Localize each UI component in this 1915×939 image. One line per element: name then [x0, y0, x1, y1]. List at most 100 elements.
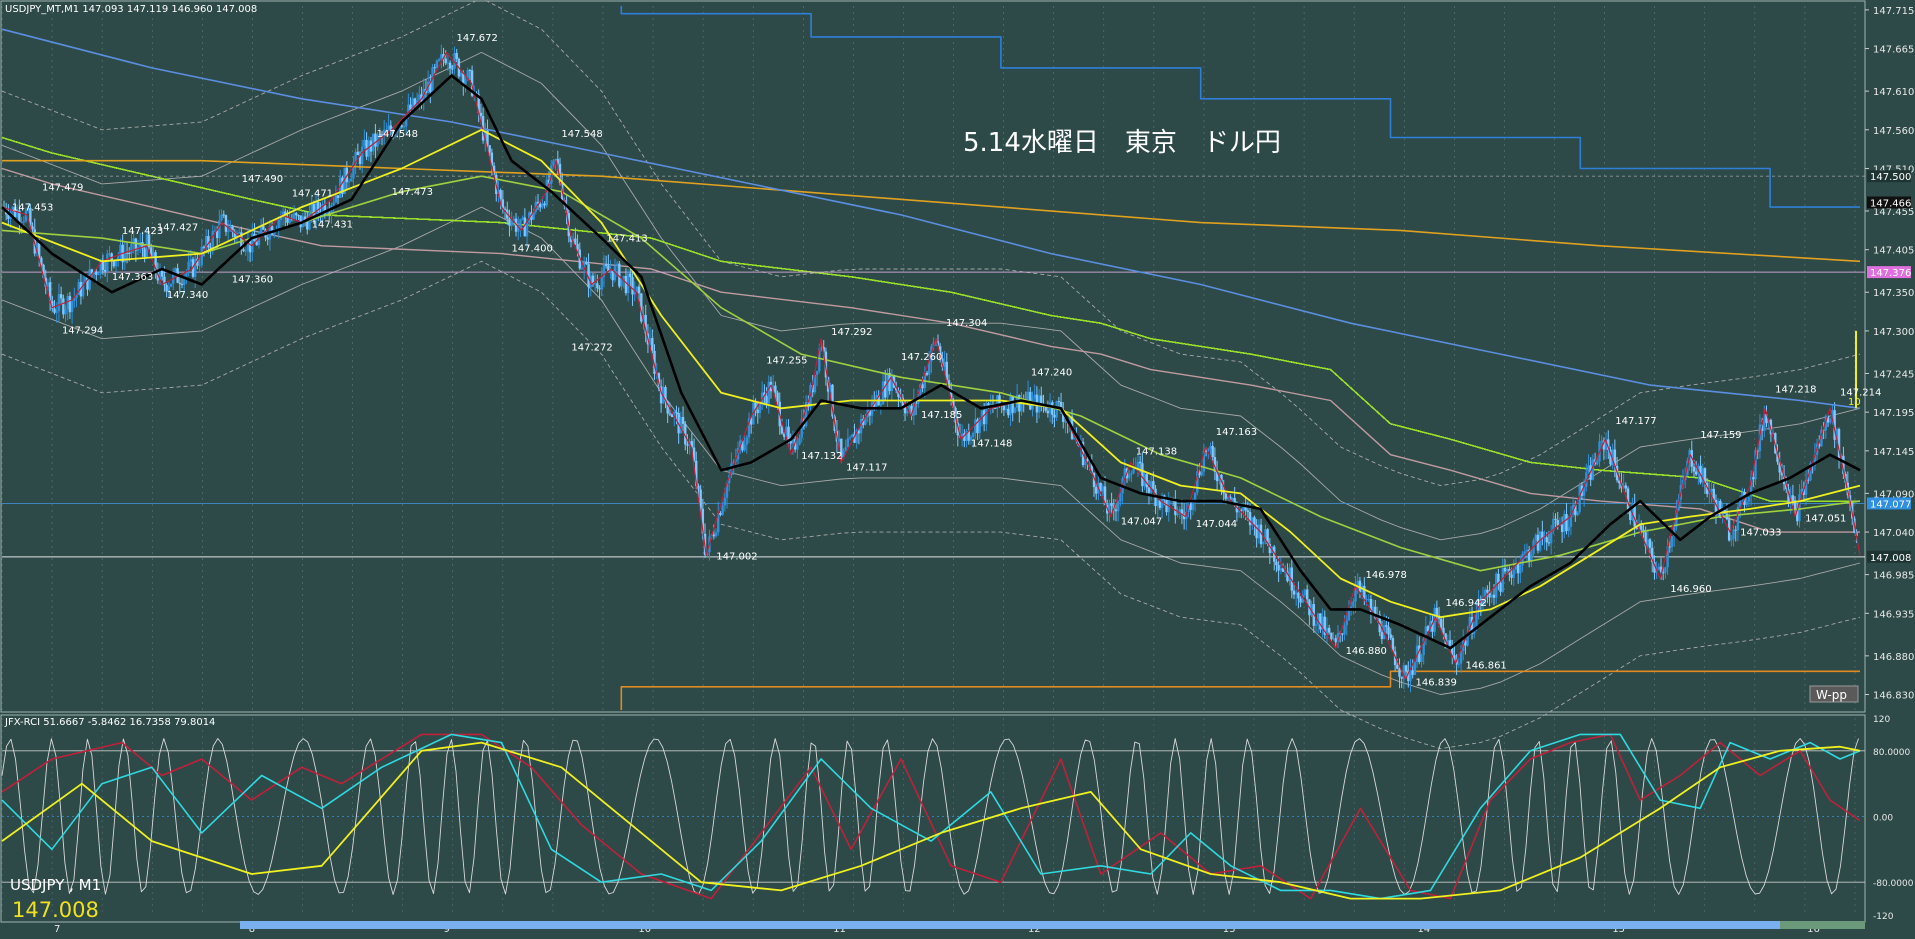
scrollbar-thumb	[1780, 921, 1865, 929]
candle-body	[1147, 487, 1151, 493]
candle-body	[1064, 421, 1067, 423]
candle-body	[848, 437, 852, 439]
candle-body	[756, 409, 759, 413]
y-tick-label: 147.610	[1873, 87, 1914, 98]
x-tick-label: 7	[54, 924, 60, 935]
candle-body	[971, 432, 975, 437]
candle-body	[1011, 396, 1014, 413]
price-label: 147.051	[1805, 514, 1846, 525]
price-label: 147.240	[1031, 367, 1072, 378]
candle-body	[1246, 510, 1250, 512]
candle-body	[361, 146, 364, 165]
candle-body	[719, 512, 722, 515]
price-label: 147.177	[1615, 416, 1656, 427]
candle-body	[1560, 524, 1564, 532]
candle-body	[982, 410, 986, 425]
candle-body	[580, 268, 584, 270]
candle-body	[1492, 594, 1496, 598]
candle-body	[1512, 569, 1515, 578]
candle-body	[218, 220, 221, 239]
candle-body	[468, 69, 472, 71]
candle-body	[1130, 473, 1133, 475]
candle-body	[336, 195, 340, 199]
candle-body	[1363, 586, 1366, 600]
candle-body	[479, 112, 483, 117]
y-tick-label: 147.195	[1873, 408, 1914, 419]
candle-body	[1670, 536, 1674, 548]
candle-body	[334, 195, 338, 203]
y-tick-label: 146.830	[1873, 691, 1914, 702]
candle-body	[574, 238, 577, 245]
candle-body	[1367, 599, 1370, 601]
price-label: 147.363	[112, 272, 153, 283]
candle-body	[1398, 668, 1401, 677]
candle-body	[1095, 487, 1098, 494]
candle-body	[960, 433, 964, 437]
candle-body	[372, 133, 375, 152]
candle-body	[675, 412, 678, 414]
candle-body	[1752, 477, 1755, 480]
candle-body	[598, 288, 601, 290]
price-label: 147.672	[457, 33, 498, 44]
candle-body	[211, 230, 214, 249]
candle-body	[1007, 408, 1010, 416]
indicator-price: 147.008	[12, 898, 99, 922]
candle-body	[244, 250, 247, 252]
price-label: 147.548	[377, 129, 418, 140]
price-label: 147.117	[846, 462, 887, 473]
candle-body	[444, 58, 447, 64]
candle-body	[681, 417, 685, 424]
price-label: 146.839	[1415, 678, 1456, 689]
candle-body	[925, 372, 929, 375]
price-label: 147.255	[766, 356, 807, 367]
rci-axis-label: -80.0000	[1873, 879, 1914, 889]
price-label: 147.427	[157, 223, 198, 234]
candle-body	[1563, 514, 1566, 532]
candle-body	[1343, 625, 1346, 635]
candle-body	[1732, 529, 1735, 540]
candle-body	[552, 160, 555, 166]
candle-body	[1200, 471, 1203, 476]
candle-body	[193, 258, 197, 277]
candle-body	[1101, 486, 1105, 492]
candle-body	[651, 338, 654, 351]
candle-body	[1365, 599, 1368, 601]
price-label: 147.148	[971, 439, 1012, 450]
candle-body	[525, 222, 529, 237]
candle-body	[686, 444, 689, 446]
candle-body	[679, 417, 683, 434]
price-chart[interactable]: 147.479147.453147.294147.423147.427147.3…	[0, 0, 1915, 939]
candle-body	[1327, 627, 1331, 633]
candle-body	[435, 60, 439, 68]
candle-body	[1657, 566, 1661, 570]
candle-body	[1389, 634, 1392, 639]
candle-body	[1829, 419, 1832, 423]
candle-body	[226, 231, 230, 233]
candle-body	[1224, 493, 1228, 499]
candle-body	[1554, 518, 1557, 521]
candle-body	[1297, 592, 1300, 599]
candle-body	[633, 292, 636, 295]
price-label: 147.479	[42, 182, 83, 193]
candle-body	[1556, 520, 1559, 526]
candle-body	[1624, 485, 1628, 489]
candle-body	[712, 534, 716, 537]
candle-body	[1209, 446, 1212, 449]
candle-body	[350, 178, 353, 182]
candle-body	[237, 232, 241, 234]
candle-body	[1505, 568, 1509, 572]
price-label: 147.548	[561, 129, 602, 140]
candle-body	[543, 203, 546, 206]
candle-body	[1004, 408, 1008, 411]
candle-body	[1400, 676, 1403, 679]
price-label: 146.978	[1366, 570, 1407, 581]
candle-body	[631, 277, 634, 295]
candle-body	[1565, 514, 1568, 532]
candle-body	[593, 283, 597, 285]
candle-body	[1694, 471, 1698, 475]
candle-body	[1648, 539, 1652, 548]
candle-body	[1646, 539, 1650, 547]
candle-body	[55, 311, 58, 313]
price-label: 147.033	[1740, 527, 1781, 538]
y-tick-label: 147.300	[1873, 327, 1914, 338]
